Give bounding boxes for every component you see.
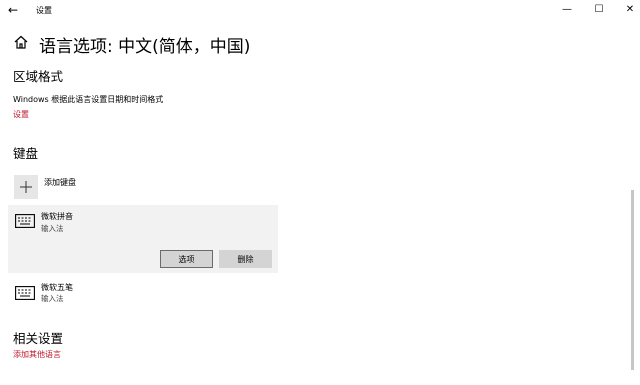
keyboard-heading: 键盘 — [13, 146, 39, 161]
minimize-button[interactable]: — — [559, 3, 575, 17]
keyboard-item-name: 微软拼音 — [41, 212, 73, 221]
window-title: 设置 — [36, 6, 52, 15]
add-other-languages-link[interactable]: 添加其他语言 — [13, 349, 61, 360]
related-settings-heading: 相关设置 — [13, 331, 64, 346]
region-settings-link[interactable]: 设置 — [13, 109, 29, 120]
page-title: 语言选项: 中文(简体，中国) — [39, 37, 251, 57]
back-arrow-icon[interactable]: ← — [8, 3, 22, 17]
region-format-description: Windows 根据此语言设置日期和时间格式 — [13, 95, 164, 104]
plus-icon — [20, 181, 32, 193]
maximize-button[interactable]: ☐ — [591, 3, 607, 17]
home-icon[interactable] — [13, 34, 29, 50]
keyboard-item-name[interactable]: 微软五笔 — [41, 282, 73, 293]
scrollbar[interactable] — [631, 190, 634, 370]
title-bar: ← 设置 — ☐ ✕ — [0, 0, 640, 22]
add-keyboard-label[interactable]: 添加键盘 — [44, 177, 76, 188]
keyboard-icon — [15, 213, 35, 228]
add-keyboard-button[interactable] — [14, 175, 38, 199]
keyboard-item-type: 输入法 — [41, 224, 64, 233]
region-format-heading: 区域格式 — [13, 69, 64, 84]
close-button[interactable]: ✕ — [622, 3, 638, 17]
keyboard-item-type: 输入法 — [41, 294, 64, 303]
keyboard-remove-button[interactable]: 删除 — [219, 250, 272, 268]
keyboard-options-button[interactable]: 选项 — [160, 250, 213, 268]
keyboard-icon — [15, 285, 35, 300]
